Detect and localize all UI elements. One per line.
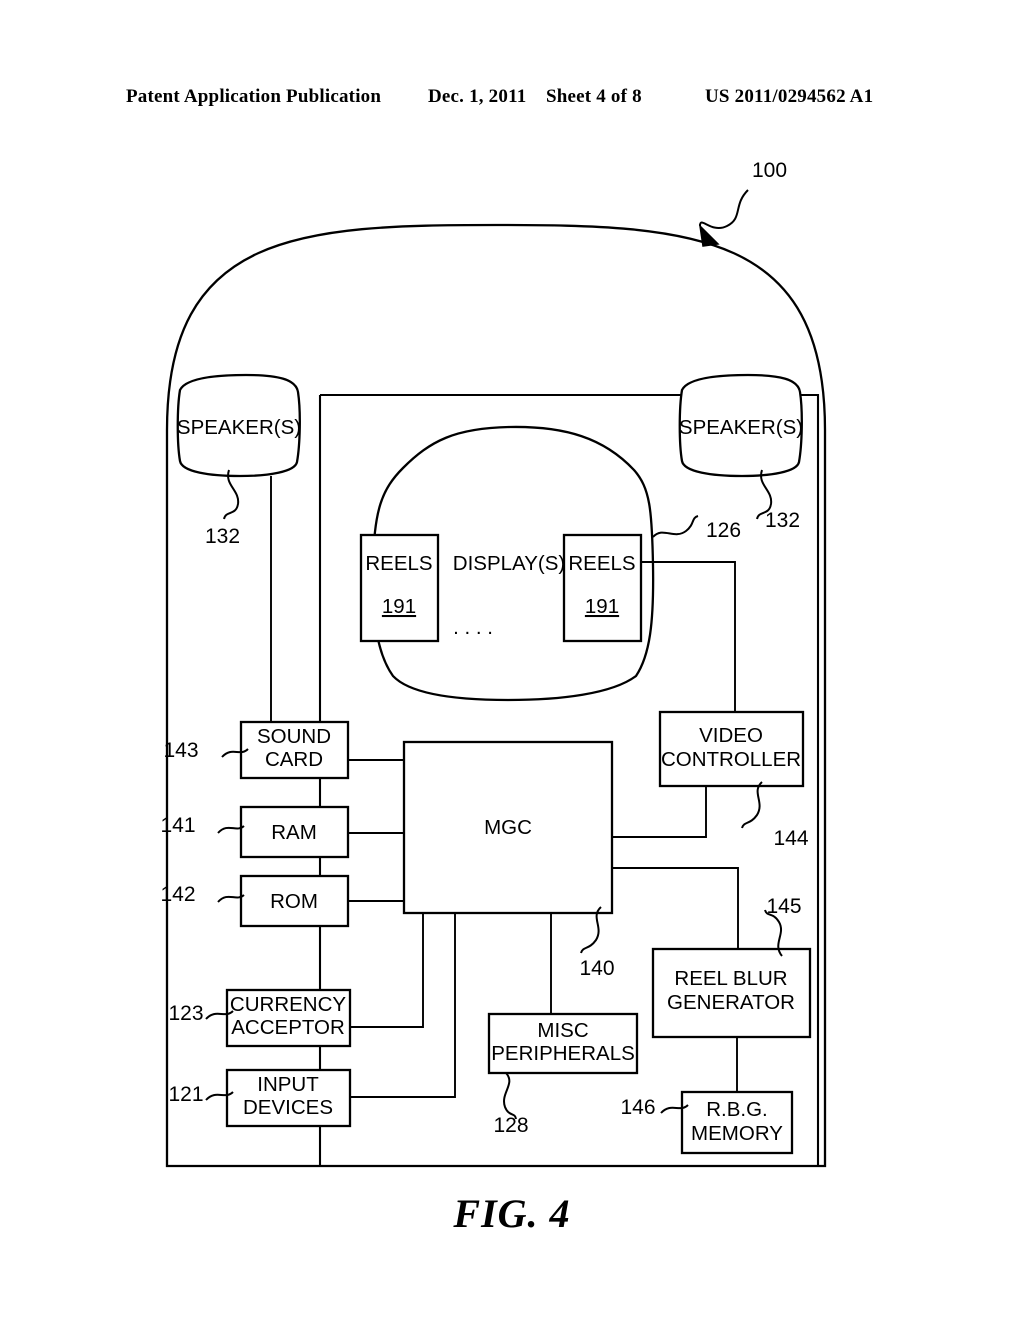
figure-4-diagram: 100 SPEAKER(S) 132 SPEAKER(S) 132 DISPLA… [160, 159, 827, 1168]
reels-right-label: REELS [568, 552, 635, 575]
ref-123: 123 [168, 1002, 203, 1025]
reels-box-left [359, 533, 440, 643]
reel-blur-generator-label-2: GENERATOR [667, 991, 795, 1014]
sound-card-label-1: SOUND [257, 725, 331, 748]
currency-acceptor-label-2: ACCEPTOR [231, 1016, 345, 1039]
ref-126: 126 [706, 519, 741, 542]
input-devices-label-2: DEVICES [243, 1096, 333, 1119]
assembly-leader-arrowhead [698, 223, 720, 247]
reels-ellipsis: . . . . [453, 616, 493, 639]
patent-sheet: Patent Application Publication Dec. 1, 2… [0, 0, 1024, 1320]
rbg-memory-label-2: MEMORY [691, 1122, 783, 1145]
ref-121: 121 [168, 1083, 203, 1106]
ref-143: 143 [163, 739, 198, 762]
ref-128: 128 [493, 1114, 528, 1137]
figure-caption: FIG. 4 [453, 1191, 571, 1236]
misc-peripherals-label-2: PERIPHERALS [491, 1042, 635, 1065]
reels-left-label: REELS [365, 552, 432, 575]
speaker-right-label: SPEAKER(S) [679, 416, 803, 439]
ref-132-right: 132 [765, 509, 800, 532]
ref-140: 140 [579, 957, 614, 980]
reels-box-right [562, 533, 643, 643]
ref-146: 146 [620, 1096, 655, 1119]
rbg-memory-label-1: R.B.G. [706, 1098, 768, 1121]
display-label: DISPLAY(S) [453, 552, 565, 575]
ref-141: 141 [160, 814, 195, 837]
ram-label: RAM [271, 821, 317, 844]
rom-label: ROM [270, 890, 318, 913]
reel-blur-generator-label-1: REEL BLUR [674, 967, 787, 990]
speaker-left-label: SPEAKER(S) [177, 416, 301, 439]
currency-acceptor-label-1: CURRENCY [230, 993, 347, 1016]
ref-100: 100 [752, 159, 787, 182]
ref-142: 142 [160, 883, 195, 906]
assembly-leader-line [699, 189, 749, 229]
reels-left-ref: 191 [382, 595, 416, 618]
sound-card-label-2: CARD [265, 748, 323, 771]
video-controller-label-2: CONTROLLER [661, 748, 801, 771]
ref-132-left: 132 [205, 525, 240, 548]
misc-peripherals-label-1: MISC [537, 1019, 588, 1042]
ref-145: 145 [766, 895, 801, 918]
input-devices-label-1: INPUT [257, 1073, 319, 1096]
video-controller-label-1: VIDEO [699, 724, 763, 747]
ref-144: 144 [773, 827, 808, 850]
reels-right-ref: 191 [585, 595, 619, 618]
mgc-label: MGC [484, 816, 532, 839]
